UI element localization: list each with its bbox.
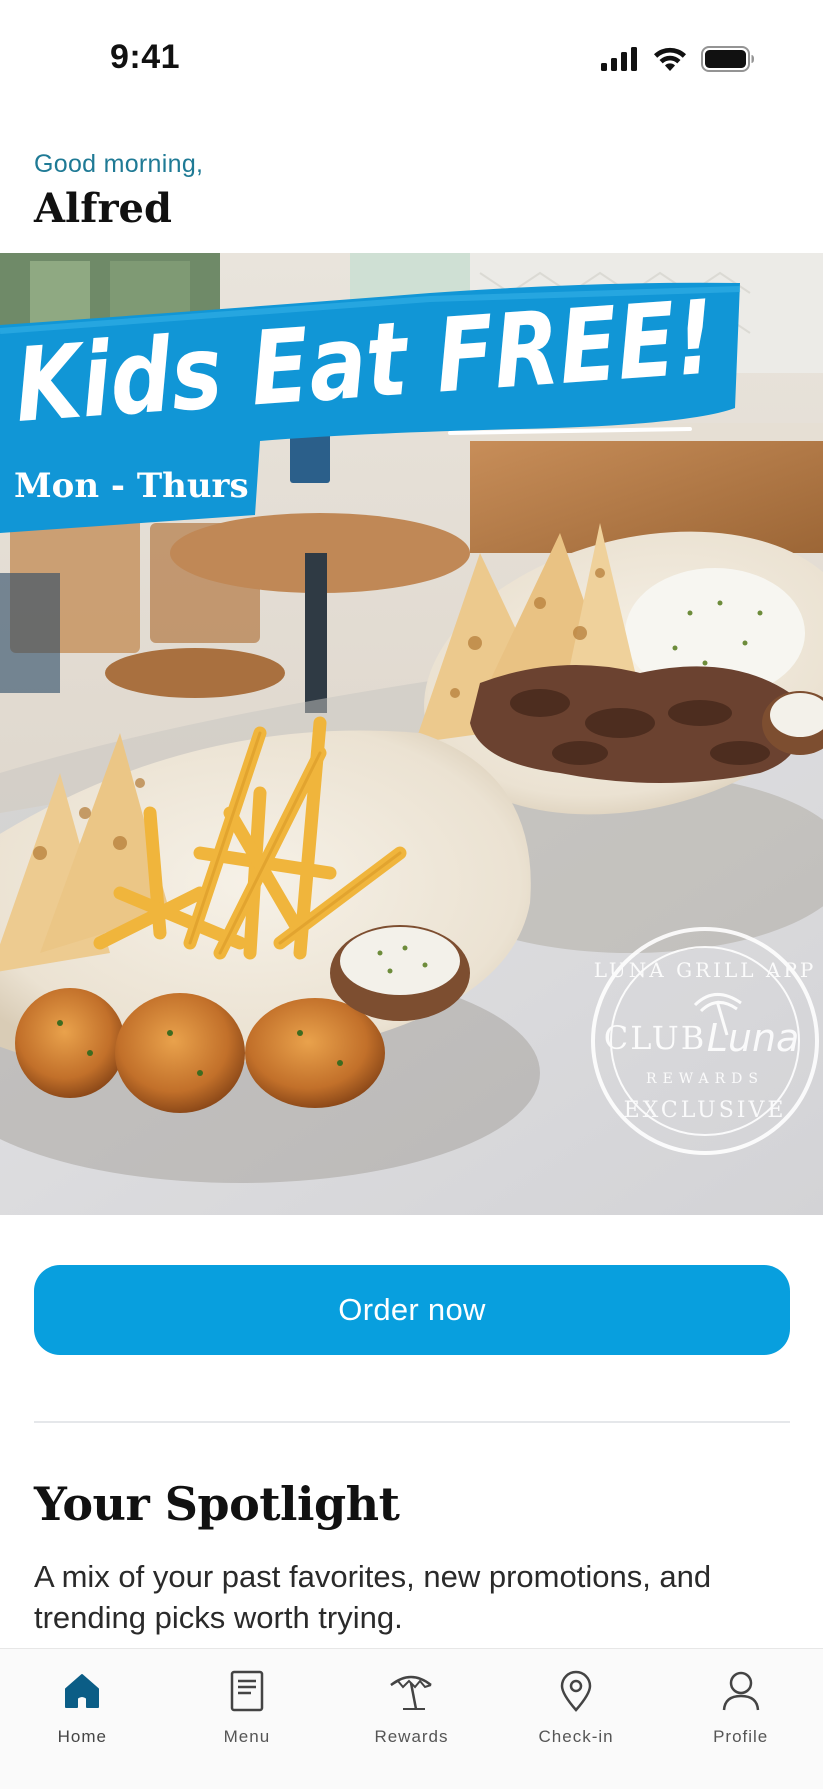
status-icons: [601, 46, 755, 77]
status-bar: 9:41: [0, 0, 823, 120]
spotlight-title: Your Spotlight: [34, 1477, 400, 1531]
menu-icon: [225, 1669, 269, 1713]
status-time: 9:41: [110, 38, 181, 76]
cellular-signal-icon: [601, 47, 639, 76]
greeting-name: Alfred: [34, 185, 172, 232]
bottom-tab-bar: Home Menu Rewards Check-in Profile: [0, 1648, 823, 1789]
tab-check-in[interactable]: Check-in: [494, 1649, 659, 1789]
tab-home[interactable]: Home: [0, 1649, 165, 1789]
tab-menu-label: Menu: [223, 1727, 271, 1746]
section-divider: [34, 1421, 790, 1423]
order-now-button[interactable]: Order now: [34, 1265, 790, 1355]
home-icon: [60, 1669, 104, 1713]
badge-brand-text: Luna: [707, 1016, 800, 1060]
greeting-subtitle: Good morning,: [34, 150, 204, 178]
promo-days: Mon - Thurs: [14, 466, 249, 506]
tab-home-label: Home: [57, 1727, 107, 1746]
app-screen: 9:41 Good morning, Alfred Kids Eat FREE!…: [0, 0, 823, 1789]
badge-bottom-text: EXCLUSIVE: [624, 1098, 787, 1123]
badge-club-text: CLUB: [604, 1019, 706, 1057]
tab-profile-label: Profile: [713, 1727, 769, 1746]
umbrella-icon: [389, 1669, 433, 1713]
tab-check-in-label: Check-in: [538, 1727, 614, 1746]
location-pin-icon: [554, 1669, 598, 1713]
wifi-icon: [653, 47, 687, 76]
tab-rewards-label: Rewards: [374, 1727, 449, 1746]
badge-top-text: LUNA GRILL APP: [594, 958, 817, 982]
tab-menu[interactable]: Menu: [165, 1649, 330, 1789]
promo-banner[interactable]: Kids Eat FREE! Mon - Thurs LUNA GRILL AP…: [0, 253, 823, 1215]
tab-rewards[interactable]: Rewards: [329, 1649, 494, 1789]
profile-icon: [719, 1669, 763, 1713]
badge-rewards-text: REWARDS: [646, 1071, 764, 1087]
battery-icon: [701, 46, 755, 77]
promo-banner-art: Kids Eat FREE! Mon - Thurs LUNA GRILL AP…: [0, 253, 823, 1215]
spotlight-description: A mix of your past favorites, new promot…: [34, 1559, 712, 1635]
club-luna-badge: LUNA GRILL APP CLUB Luna REWARDS EXCLUSI…: [591, 927, 819, 1155]
tab-profile[interactable]: Profile: [658, 1649, 823, 1789]
